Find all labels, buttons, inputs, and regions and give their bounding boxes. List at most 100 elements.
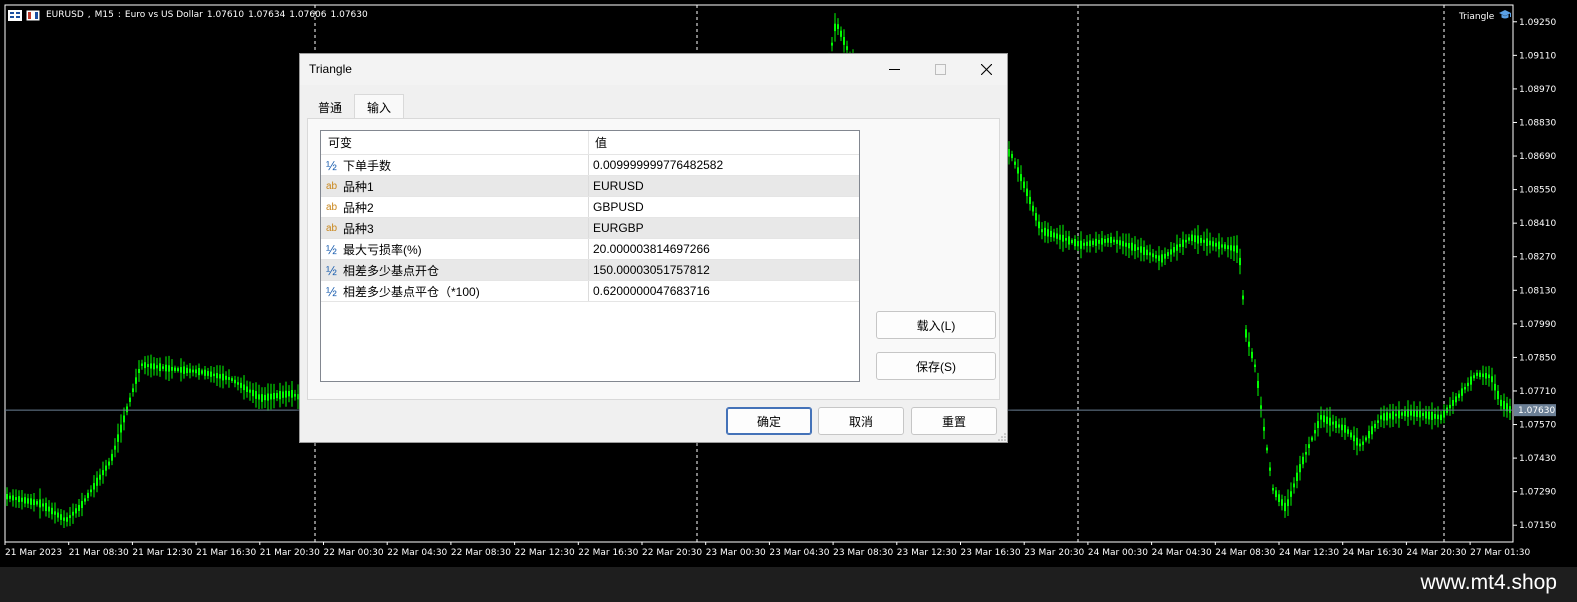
candle-body (285, 390, 287, 398)
value-cell[interactable]: 150.00003051757812 (589, 260, 859, 280)
candle-body (1044, 227, 1046, 236)
variable-name: 品种1 (343, 179, 374, 194)
value-cell[interactable]: GBPUSD (589, 197, 859, 217)
close-button[interactable] (963, 54, 1009, 85)
chart-close: 1.07630 (330, 10, 368, 20)
tab-inputs[interactable]: 输入 (354, 94, 404, 119)
candle-body (279, 391, 281, 400)
candle-body (1431, 411, 1433, 420)
candle-body (42, 503, 44, 507)
trade-panel-icon[interactable] (26, 10, 40, 21)
candle-body (1062, 234, 1064, 242)
variable-cell: ½ 相差多少基点开仓 (321, 260, 589, 280)
table-row[interactable]: ½ 最大亏损率(%) 20.000003814697266 (321, 239, 859, 260)
candle-body (1239, 257, 1241, 266)
value-cell[interactable]: EURUSD (589, 176, 859, 196)
variable-cell: ½ 最大亏损率(%) (321, 239, 589, 259)
candle-body (33, 499, 35, 506)
candle-body (1131, 242, 1133, 251)
table-row[interactable]: ab 品种2 GBPUSD (321, 197, 859, 218)
resize-grip-icon[interactable] (998, 433, 1006, 441)
candle-body (270, 393, 272, 400)
price-tick-label: 1.07570 (1519, 421, 1556, 431)
variable-cell: ab 品种2 (321, 197, 589, 217)
candle-body (1134, 244, 1136, 251)
save-button[interactable]: 保存(S) (876, 352, 996, 380)
candle-body (1176, 244, 1178, 251)
candle-body (144, 362, 146, 369)
dialog-titlebar[interactable]: Triangle (300, 54, 1007, 85)
variable-name: 最大亏损率(%) (343, 242, 422, 257)
candle-body (1416, 410, 1418, 417)
value-cell[interactable]: EURGBP (589, 218, 859, 238)
candle-body (1476, 372, 1478, 376)
candle-body (1188, 237, 1190, 241)
candle-body (1137, 247, 1139, 250)
inputs-panel: 可变 值 ½ 下单手数 0.009999999776482582 ab 品种1 EURUS… (307, 118, 1000, 400)
value-cell[interactable]: 20.000003814697266 (589, 239, 859, 259)
cancel-button[interactable]: 取消 (818, 407, 904, 435)
candle-body (1272, 488, 1274, 491)
time-tick-label: 23 Mar 08:30 (833, 548, 893, 558)
candle-body (288, 390, 290, 397)
candle-body (1011, 153, 1013, 159)
candle-body (171, 366, 173, 371)
reset-button[interactable]: 重置 (911, 407, 997, 435)
candle-body (1068, 236, 1070, 245)
candle-body (834, 23, 836, 32)
candle-body (1101, 238, 1103, 245)
time-tick-label: 24 Mar 12:30 (1279, 548, 1339, 558)
candle-body (147, 364, 149, 368)
load-button[interactable]: 载入(L) (876, 311, 996, 339)
price-tick-label: 1.08270 (1519, 253, 1556, 263)
candle-body (282, 391, 284, 398)
table-row[interactable]: ½ 相差多少基点平仓（*100) 0.6200000047683716 (321, 281, 859, 302)
candle-body (1182, 239, 1184, 247)
candle-body (1059, 234, 1061, 240)
candle-body (1233, 245, 1235, 252)
candle-body (1260, 405, 1262, 409)
time-tick-label: 23 Mar 20:30 (1024, 548, 1084, 558)
candle-body (1080, 240, 1082, 249)
table-row[interactable]: ½ 相差多少基点开仓 150.00003051757812 (321, 260, 859, 281)
candle-body (30, 498, 32, 505)
table-row[interactable]: ½ 下单手数 0.009999999776482582 (321, 155, 859, 176)
minimize-button[interactable] (871, 54, 917, 85)
candle-body (840, 30, 842, 37)
candle-body (1347, 429, 1349, 434)
column-header-value[interactable]: 值 (589, 131, 859, 154)
candle-body (231, 378, 233, 382)
candle-body (1038, 221, 1040, 229)
ok-button[interactable]: 确定 (726, 407, 812, 435)
candle-body (57, 512, 59, 518)
candle-body (12, 495, 14, 501)
candle-body (294, 393, 296, 397)
candle-body (1470, 376, 1472, 385)
footer-bar: www.mt4.shop (0, 567, 1577, 602)
chart-low: 1.07606 (289, 10, 327, 20)
value-cell[interactable]: 0.6200000047683716 (589, 281, 859, 301)
variable-cell: ab 品种3 (321, 218, 589, 238)
numeric-type-icon: ½ (326, 283, 337, 299)
variable-name: 品种2 (343, 200, 374, 215)
candle-body (1203, 239, 1205, 243)
candle-body (1149, 252, 1151, 256)
candle-body (234, 379, 236, 384)
tab-general[interactable]: 普通 (307, 96, 353, 119)
candle-body (240, 382, 242, 388)
price-tick-label: 1.08970 (1519, 85, 1556, 95)
table-row[interactable]: ab 品种3 EURGBP (321, 218, 859, 239)
chart-menu-icon[interactable] (8, 9, 22, 21)
table-row[interactable]: ab 品种1 EURUSD (321, 176, 859, 197)
column-header-variable[interactable]: 可变 (321, 131, 589, 154)
candle-body (1212, 241, 1214, 247)
candle-body (1380, 415, 1382, 420)
value-cell[interactable]: 0.009999999776482582 (589, 155, 859, 175)
candle-body (1353, 435, 1355, 442)
candle-body (1401, 412, 1403, 416)
time-tick-label: 22 Mar 12:30 (515, 548, 575, 558)
time-tick-label: 23 Mar 00:30 (706, 548, 766, 558)
candle-body (1257, 380, 1259, 388)
candle-body (1455, 396, 1457, 403)
ea-badge[interactable]: Triangle (1459, 9, 1512, 24)
